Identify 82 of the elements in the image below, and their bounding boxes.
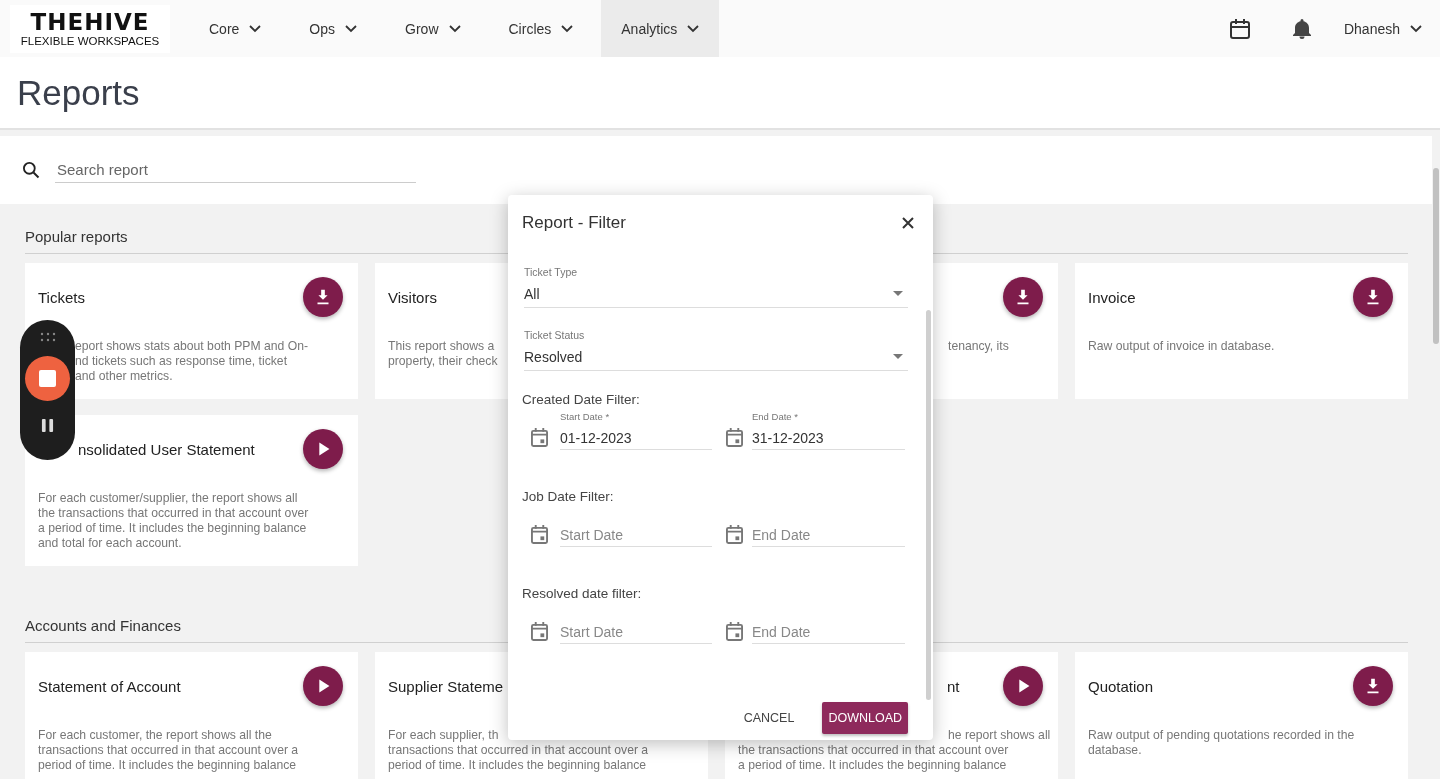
- filter-heading: Resolved date filter:: [522, 585, 643, 603]
- chevron-icon: [687, 24, 700, 33]
- report-title: Quotation: [1088, 677, 1154, 695]
- date-field[interactable]: 01-12-2023: [560, 427, 712, 450]
- date-field[interactable]: Start Date: [560, 524, 712, 547]
- description-line: transactions that occurred in that account over a: [388, 743, 649, 758]
- date-field[interactable]: End Date: [752, 524, 905, 547]
- close-icon[interactable]: [901, 215, 915, 230]
- download-button[interactable]: [1353, 666, 1393, 706]
- select-field[interactable]: Ticket Status Resolved: [524, 328, 908, 371]
- description-line: and other metrics.: [75, 369, 173, 384]
- search-icon: [21, 160, 41, 180]
- page-title: Reports: [17, 72, 140, 113]
- logo[interactable]: THEHIVE FLEXIBLE WORKSPACES: [10, 4, 170, 53]
- field-label: Start Date *: [560, 411, 611, 423]
- grip-icon[interactable]: [39, 332, 56, 342]
- description-line: he report shows all: [948, 728, 1051, 743]
- date-field[interactable]: End Date: [752, 621, 905, 644]
- report-card[interactable]: Statement of Account For each customer, the report shows all the transactions that occurred in that account over a period of time. It includes the beginning balance: [25, 652, 358, 779]
- description-line: Raw output of pending quotations recorded in the: [1088, 728, 1355, 743]
- filter-heading: Job Date Filter:: [522, 488, 615, 506]
- description-line: tenancy, its: [948, 339, 1009, 354]
- run-button[interactable]: [303, 429, 343, 469]
- description-line: nd tickets such as response time, ticket: [75, 354, 288, 369]
- description-line: For each customer/supplier, the report shows all: [38, 491, 298, 506]
- scrollbar[interactable]: [926, 310, 931, 700]
- date-field[interactable]: 31-12-2023: [752, 427, 905, 450]
- report-card[interactable]: Invoice Raw output of invoice in database.: [1075, 263, 1408, 399]
- report-card[interactable]: Quotation Raw output of pending quotations recorded in the database.: [1075, 652, 1408, 779]
- report-card[interactable]: [25, 415, 358, 566]
- report-title: nt: [947, 677, 960, 695]
- description-line: This report shows a: [388, 339, 495, 354]
- description-line: Raw output of invoice in database.: [1088, 339, 1275, 354]
- report-title: Supplier Stateme: [388, 677, 504, 695]
- run-button[interactable]: [1003, 666, 1043, 706]
- cancel-button[interactable]: CANCEL: [737, 702, 801, 734]
- description-line: For each customer, the report shows all the: [38, 728, 272, 743]
- description-line: eport shows stats about both PPM and On-: [75, 339, 309, 354]
- nav-menu[interactable]: Analytics: [601, 0, 720, 57]
- report-title: Invoice: [1088, 288, 1136, 306]
- download-button[interactable]: [303, 277, 343, 317]
- calendar-icon[interactable]: [1227, 16, 1252, 41]
- description-line: period of time. It includes the beginning balance: [38, 758, 297, 773]
- user-menu[interactable]: Dhanesh: [1343, 20, 1422, 37]
- filter-heading: Created Date Filter:: [522, 391, 641, 409]
- chevron-icon: [561, 24, 574, 33]
- search-field[interactable]: Search report: [55, 157, 416, 183]
- description-line: a period of time. It includes the beginning balance: [38, 521, 307, 536]
- description-line: period of time. It includes the beginning balance: [388, 758, 647, 773]
- date-field[interactable]: Start Date: [560, 621, 712, 644]
- description-line: and total for each account.: [38, 536, 182, 551]
- caret-icon: [893, 291, 903, 296]
- description-line: property, their check: [388, 354, 498, 369]
- description-line: the transactions that occurred in that account over: [738, 743, 1009, 758]
- nav-menu[interactable]: Ops: [289, 0, 378, 57]
- field-label: End Date *: [752, 411, 799, 423]
- nav-menu[interactable]: Core: [189, 0, 282, 57]
- report-title: nsolidated User Statement: [78, 440, 255, 458]
- scrollbar[interactable]: [1433, 168, 1439, 344]
- description-line: For each supplier, th: [388, 728, 499, 743]
- nav-menu[interactable]: Circles: [488, 0, 594, 57]
- download-button[interactable]: [1003, 277, 1043, 317]
- chevron-icon: [345, 24, 358, 33]
- report-title: Tickets: [38, 288, 85, 306]
- description-line: database.: [1088, 743, 1142, 758]
- select-field[interactable]: Ticket Type All: [524, 265, 908, 308]
- download-button[interactable]: [1353, 277, 1393, 317]
- chevron-icon: [448, 24, 461, 33]
- nav-menu[interactable]: Grow: [385, 0, 481, 57]
- description-line: a period of time. It includes the beginning balance: [738, 758, 1007, 773]
- report-title: Statement of Account: [38, 677, 181, 695]
- report-title: Visitors: [388, 288, 437, 306]
- chevron-icon: [249, 24, 262, 33]
- download-button[interactable]: DOWNLOAD: [822, 702, 908, 734]
- chevron-icon: [1410, 24, 1422, 33]
- stop-button[interactable]: [25, 356, 70, 401]
- description-line: transactions that occurred in that account over a: [38, 743, 299, 758]
- description-line: the transactions that occurred in that account over: [38, 506, 309, 521]
- report-card[interactable]: Tickets eport shows stats about both PPM and On- nd tickets such as response time, ticket and other metrics.: [25, 263, 358, 399]
- caret-icon: [893, 354, 903, 359]
- pause-icon[interactable]: [41, 418, 54, 433]
- run-button[interactable]: [303, 666, 343, 706]
